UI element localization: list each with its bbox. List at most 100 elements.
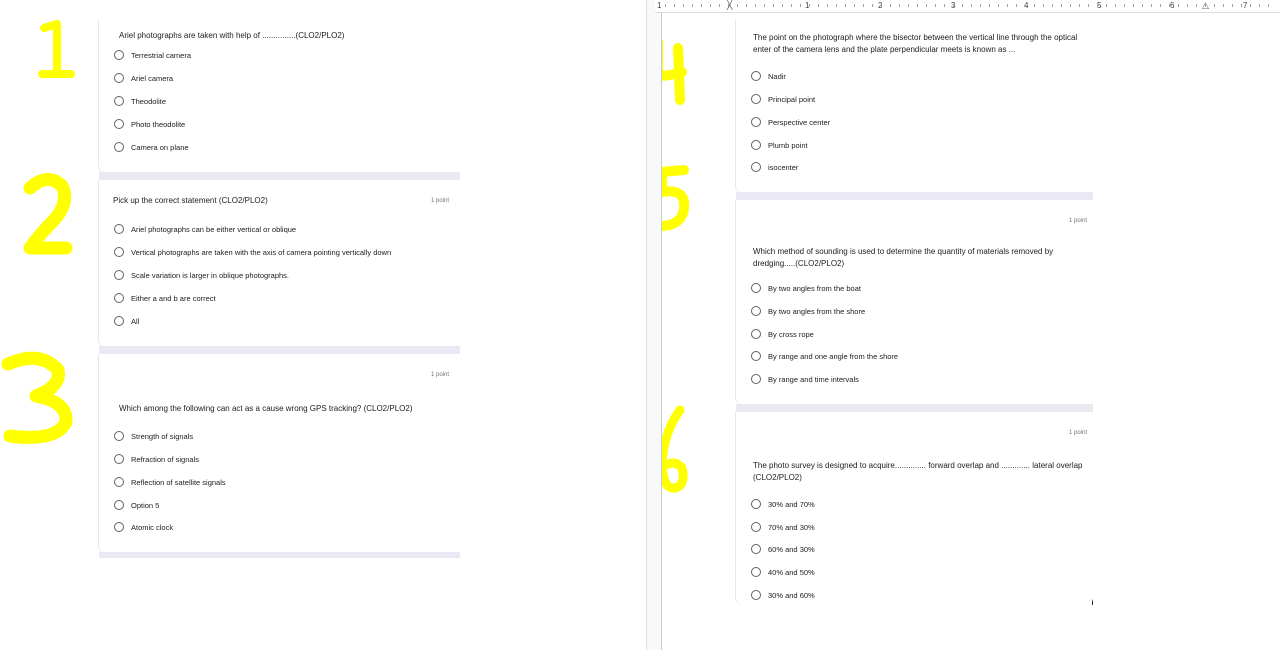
radio-circle[interactable] — [751, 351, 761, 361]
option-radio-q4-1[interactable]: Nadir — [751, 70, 786, 82]
radio-circle[interactable] — [114, 96, 124, 106]
ruler-tick — [710, 4, 711, 7]
ruler-tick — [1259, 4, 1260, 7]
ruler-tick — [989, 4, 990, 7]
right-indent-marker[interactable]: △ — [1202, 0, 1209, 10]
radio-circle[interactable] — [751, 374, 761, 384]
radio-circle[interactable] — [751, 306, 761, 316]
radio-circle[interactable] — [114, 73, 124, 83]
radio-circle[interactable] — [114, 500, 124, 510]
ruler-tick — [692, 4, 693, 7]
option-radio-q4-4[interactable]: Plumb point — [751, 139, 808, 151]
option-label: Theodolite — [131, 96, 167, 106]
option-radio-q5-5[interactable]: By range and time intervals — [751, 373, 859, 385]
radio-circle[interactable] — [751, 329, 761, 339]
vertical-ruler — [646, 0, 662, 650]
option-label: Ariel photographs can be either vertical… — [131, 224, 297, 234]
radio-circle[interactable] — [114, 247, 124, 257]
option-radio-q5-1[interactable]: By two angles from the boat — [751, 282, 861, 294]
radio-circle[interactable] — [751, 94, 761, 104]
radio-circle[interactable] — [114, 224, 124, 234]
option-radio-q6-3[interactable]: 60% and 30% — [751, 543, 815, 555]
ruler-tick — [1178, 4, 1179, 7]
radio-circle[interactable] — [751, 140, 761, 150]
option-radio-q4-2[interactable]: Principal point — [751, 93, 815, 105]
ruler-tick — [926, 4, 927, 7]
option-radio-q6-2[interactable]: 70% and 30% — [751, 521, 815, 533]
option-label: Perspective center — [768, 117, 831, 127]
question-text-3: Which among the following can act as a c… — [119, 404, 413, 413]
ruler-tick — [1124, 4, 1125, 7]
option-label: Ariel camera — [131, 73, 174, 83]
option-radio-q3-5[interactable]: Atomic clock — [114, 521, 173, 533]
radio-circle[interactable] — [114, 522, 124, 532]
ruler-tick — [1034, 4, 1035, 7]
option-radio-q1-4[interactable]: Photo theodolite — [114, 118, 185, 130]
option-label: Terrestrial camera — [131, 50, 192, 60]
ruler-tick — [890, 4, 891, 7]
option-radio-q4-3[interactable]: Perspective center — [751, 116, 830, 128]
radio-circle[interactable] — [114, 119, 124, 129]
option-label: Atomic clock — [131, 522, 174, 532]
radio-circle[interactable] — [114, 316, 124, 326]
radio-circle[interactable] — [114, 142, 124, 152]
radio-circle[interactable] — [114, 293, 124, 303]
card-separator — [736, 404, 1093, 412]
option-radio-q2-2[interactable]: Vertical photographs are taken with the … — [114, 246, 391, 258]
question-text-2: Pick up the correct statement (CLO2/PLO2… — [113, 196, 268, 205]
ruler-tick — [971, 4, 972, 7]
ruler-tick — [1007, 4, 1008, 7]
radio-circle[interactable] — [751, 499, 761, 509]
option-radio-q1-2[interactable]: Ariel camera — [114, 72, 173, 84]
option-radio-q1-5[interactable]: Camera on plane — [114, 141, 189, 153]
left-indent-marker[interactable]: ╳ — [727, 0, 732, 10]
option-radio-q1-3[interactable]: Theodolite — [114, 95, 166, 107]
option-radio-q6-5[interactable]: 30% and 60% — [751, 589, 815, 601]
option-radio-q3-2[interactable]: Refraction of signals — [114, 453, 199, 465]
annotation-number-2 — [23, 173, 73, 255]
radio-circle[interactable] — [751, 117, 761, 127]
option-label: Strength of signals — [131, 431, 194, 441]
radio-circle[interactable] — [114, 50, 124, 60]
radio-circle[interactable] — [114, 477, 124, 487]
radio-circle[interactable] — [114, 270, 124, 280]
option-label: 30% and 70% — [768, 499, 815, 509]
radio-circle[interactable] — [751, 544, 761, 554]
option-label: Principal point — [768, 94, 816, 104]
horizontal-ruler[interactable]: 11234567╳△ — [655, 0, 1280, 13]
option-label: 40% and 50% — [768, 567, 815, 577]
option-label: All — [131, 316, 140, 326]
radio-circle[interactable] — [751, 162, 761, 172]
ruler-tick — [962, 4, 963, 7]
ruler-tick — [980, 4, 981, 7]
option-radio-q4-5[interactable]: isocenter — [751, 161, 798, 173]
option-radio-q6-1[interactable]: 30% and 70% — [751, 498, 815, 510]
ruler-tick — [818, 4, 819, 7]
ruler-number: 7 — [1243, 1, 1248, 10]
option-radio-q5-3[interactable]: By cross rope — [751, 328, 814, 340]
radio-circle[interactable] — [751, 590, 761, 600]
ruler-tick — [881, 4, 882, 7]
option-label: By two angles from the shore — [768, 306, 866, 316]
radio-circle[interactable] — [751, 71, 761, 81]
option-radio-q5-2[interactable]: By two angles from the shore — [751, 305, 865, 317]
option-radio-q2-4[interactable]: Either a and b are correct — [114, 292, 216, 304]
option-radio-q3-4[interactable]: Option 5 — [114, 499, 159, 511]
option-radio-q2-5[interactable]: All — [114, 315, 139, 327]
radio-circle[interactable] — [114, 431, 124, 441]
radio-circle[interactable] — [751, 567, 761, 577]
radio-circle[interactable] — [751, 283, 761, 293]
option-label: Reflection of satellite signals — [131, 477, 226, 487]
radio-circle[interactable] — [751, 522, 761, 532]
ruler-tick — [1115, 4, 1116, 7]
option-radio-q3-1[interactable]: Strength of signals — [114, 430, 193, 442]
ruler-tick — [917, 4, 918, 7]
option-radio-q3-3[interactable]: Reflection of satellite signals — [114, 476, 226, 488]
option-radio-q6-4[interactable]: 40% and 50% — [751, 566, 815, 578]
question-text-1: Ariel photographs are taken with help of… — [119, 31, 345, 40]
option-radio-q2-1[interactable]: Ariel photographs can be either vertical… — [114, 223, 296, 235]
radio-circle[interactable] — [114, 454, 124, 464]
option-radio-q5-4[interactable]: By range and one angle from the shore — [751, 350, 898, 362]
option-radio-q1-1[interactable]: Terrestrial camera — [114, 49, 191, 61]
option-radio-q2-3[interactable]: Scale variation is larger in oblique pho… — [114, 269, 289, 281]
